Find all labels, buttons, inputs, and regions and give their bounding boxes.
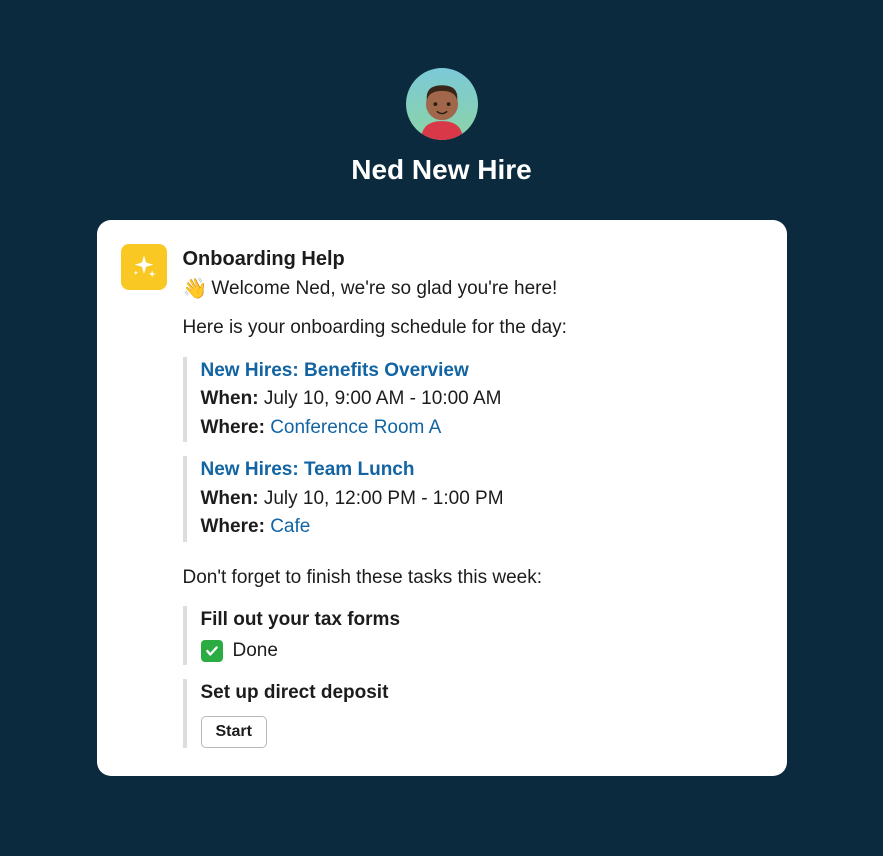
event-where: Where: Conference Room A: [201, 414, 759, 443]
sparkles-app-icon: [121, 244, 167, 290]
task-block: Fill out your tax forms Done: [183, 606, 759, 665]
user-avatar: [406, 68, 478, 140]
task-status-text: Done: [233, 637, 278, 666]
event-when: When: July 10, 9:00 AM - 10:00 AM: [201, 385, 759, 414]
schedule-intro: Here is your onboarding schedule for the…: [183, 314, 759, 343]
message-card: Onboarding Help 👋 Welcome Ned, we're so …: [97, 220, 787, 776]
welcome-text: Welcome Ned, we're so glad you're here!: [211, 275, 557, 304]
event-where: Where: Cafe: [201, 513, 759, 542]
user-name: Ned New Hire: [351, 154, 532, 186]
task-title: Fill out your tax forms: [201, 606, 759, 635]
event-title-link[interactable]: New Hires: Benefits Overview: [201, 357, 759, 386]
event-title-link[interactable]: New Hires: Team Lunch: [201, 456, 759, 485]
message-content: Onboarding Help 👋 Welcome Ned, we're so …: [183, 244, 759, 748]
event-block: New Hires: Team Lunch When: July 10, 12:…: [183, 456, 759, 542]
checkmark-icon: [201, 640, 223, 662]
when-value: July 10, 9:00 AM - 10:00 AM: [264, 388, 502, 409]
event-block: New Hires: Benefits Overview When: July …: [183, 357, 759, 443]
where-label: Where:: [201, 516, 265, 537]
task-block: Set up direct deposit Start: [183, 679, 759, 748]
task-title: Set up direct deposit: [201, 679, 759, 708]
where-link[interactable]: Conference Room A: [270, 417, 441, 438]
when-label: When:: [201, 388, 259, 409]
tasks-intro: Don't forget to finish these tasks this …: [183, 564, 759, 593]
event-when: When: July 10, 12:00 PM - 1:00 PM: [201, 485, 759, 514]
welcome-line: 👋 Welcome Ned, we're so glad you're here…: [183, 274, 759, 304]
start-button[interactable]: Start: [201, 716, 267, 748]
when-value: July 10, 12:00 PM - 1:00 PM: [264, 488, 504, 509]
wave-emoji: 👋: [183, 274, 208, 304]
where-link[interactable]: Cafe: [270, 516, 310, 537]
when-label: When:: [201, 488, 259, 509]
app-title: Onboarding Help: [183, 244, 759, 274]
task-status: Done: [201, 637, 759, 666]
where-label: Where:: [201, 417, 265, 438]
